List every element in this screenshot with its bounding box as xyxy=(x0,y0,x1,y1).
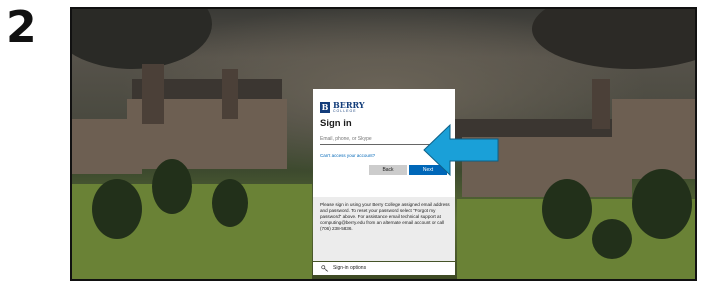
key-icon xyxy=(321,265,329,272)
logo-mark: B xyxy=(320,101,330,113)
help-text: Please sign in using your Berry College … xyxy=(320,202,450,231)
signin-options-button[interactable]: Sign-in options xyxy=(313,262,455,275)
step-number: 2 xyxy=(6,2,37,53)
screenshot-frame: B BERRY COLLEGE Sign in Can't access you… xyxy=(70,7,697,281)
berry-college-logo: B BERRY COLLEGE xyxy=(320,101,365,113)
page-title: Sign in xyxy=(320,118,352,129)
cant-access-account-link[interactable]: Can't access your account? xyxy=(320,153,375,158)
signin-options-label: Sign-in options xyxy=(333,265,367,271)
logo-subtitle: COLLEGE xyxy=(333,109,357,113)
logo-name: BERRY xyxy=(333,100,365,110)
back-button[interactable]: Back xyxy=(369,165,407,175)
help-panel: Please sign in using your Berry College … xyxy=(313,197,455,261)
pointer-arrow-icon xyxy=(423,123,499,177)
